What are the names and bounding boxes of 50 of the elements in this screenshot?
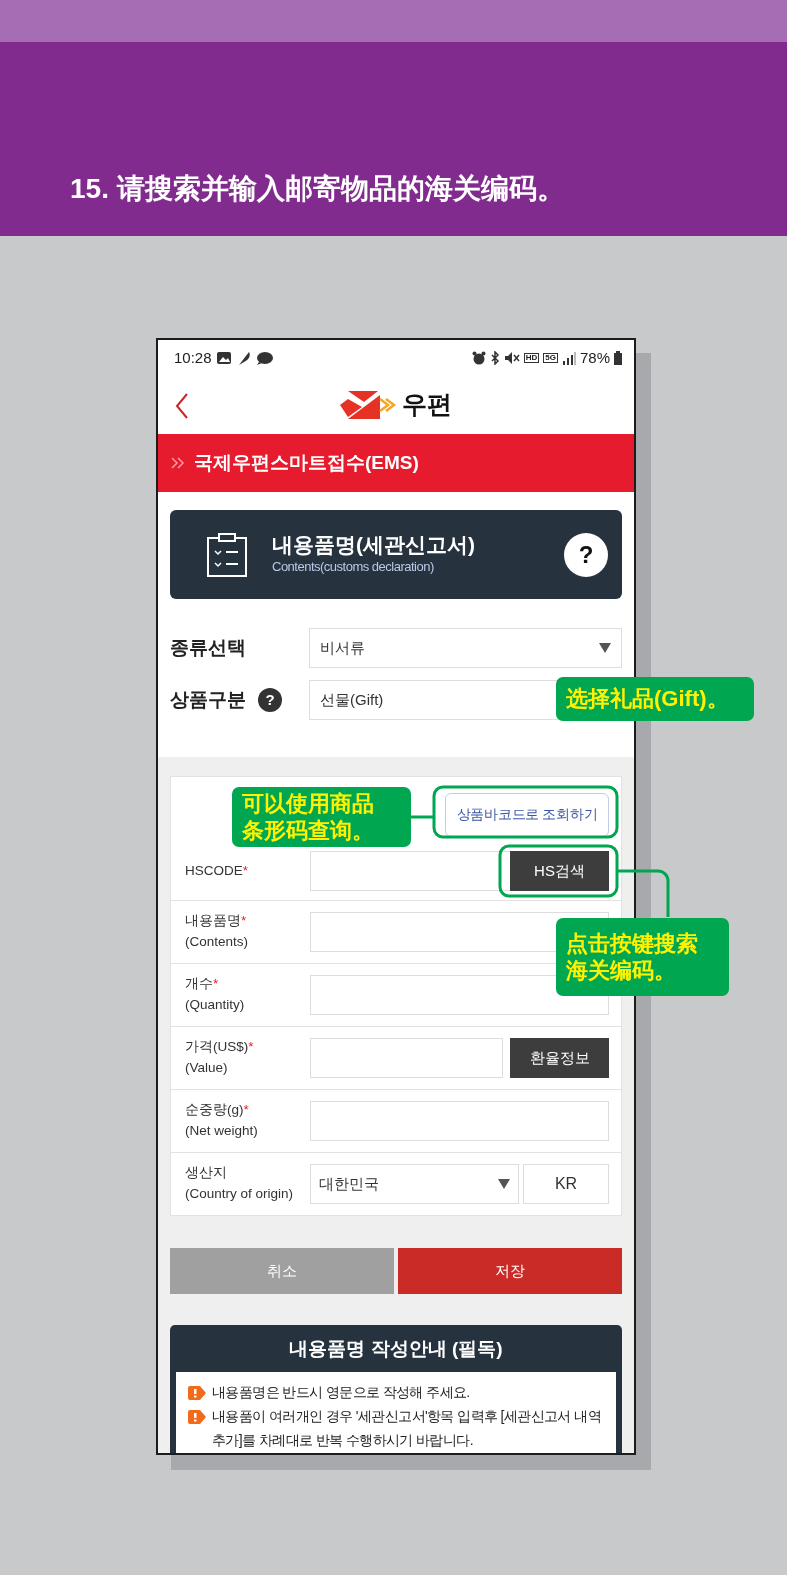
search-button[interactable]: HS검색 [510,851,609,891]
annotation-tooltip: 选择礼品(Gift)。 [556,677,754,721]
field-label: 내용품명* (Contents) [185,912,250,951]
guide-title: 내용품명 작성안내 (필독) [288,1337,504,1361]
field-label: 종류선택 [170,635,246,660]
mute-icon [503,351,520,365]
help-button[interactable]: ? [258,688,282,712]
leader-line [411,815,433,819]
guide-text: 내용품명은 반드시 영문으로 작성해 주세요. [212,1383,470,1402]
leader-line [618,869,670,917]
chat-icon [255,351,274,365]
battery-level: 78% [579,347,610,368]
section-title: 국제우편스마트접수(EMS) [194,450,419,475]
card-title: 내용품명(세관신고서) [272,532,476,558]
double-chevron-icon [170,456,186,470]
annotation-tooltip: 可以使用商品 条形码查询。 [232,787,411,847]
banner-title: 15. 请搜索并输入邮寄物品的海关编码。 [70,172,565,206]
status-time: 10:28 [174,347,212,368]
network-label: 5G [543,353,558,363]
field-label: 순중량(g)* (Net weight) [185,1101,259,1140]
help-button[interactable]: ? [564,532,608,577]
back-icon[interactable] [174,392,190,420]
exchange-rate-button[interactable]: 환율정보 [510,1038,609,1078]
select-field[interactable]: 비서류 [309,628,622,668]
input-field[interactable] [310,1038,503,1078]
signal-icon [561,351,576,365]
save-button[interactable]: 저장 [398,1248,622,1294]
field-label: 개수* (Quantity) [185,975,246,1014]
annotation-tooltip: 点击按键搜索 海关编码。 [556,918,729,996]
field-label: 생산지 (Country of origin) [185,1164,295,1203]
battery-icon [614,351,622,365]
alarm-icon [471,351,486,365]
code-field: KR [523,1164,609,1204]
field-label: HSCODE* [185,861,250,880]
select-field[interactable]: 대한민국 [310,1164,519,1204]
barcode-button[interactable]: 상품바코드로 조회하기 [445,793,609,837]
clipboard-icon [206,531,248,578]
hd-label: HD [523,353,540,363]
field-label: 상품구분 [170,687,246,712]
input-field[interactable] [310,851,510,891]
warning-icon [188,1386,206,1400]
bluetooth-icon [489,351,500,365]
input-field[interactable] [310,1101,609,1141]
logo-text: 우편 [402,389,452,421]
image-icon [215,351,232,365]
guide-text: 내용품이 여러개인 경우 '세관신고서'항목 입력후 [세관신고서 내역추가]를 차례대로 반복 수행하시기 바랍니다. [212,1407,602,1451]
field-label: 가격(US$)* (Value) [185,1038,255,1077]
logo-icon [340,391,398,419]
card-subtitle: Contents(customs declaration) [272,558,435,577]
warning-icon [188,1410,206,1425]
